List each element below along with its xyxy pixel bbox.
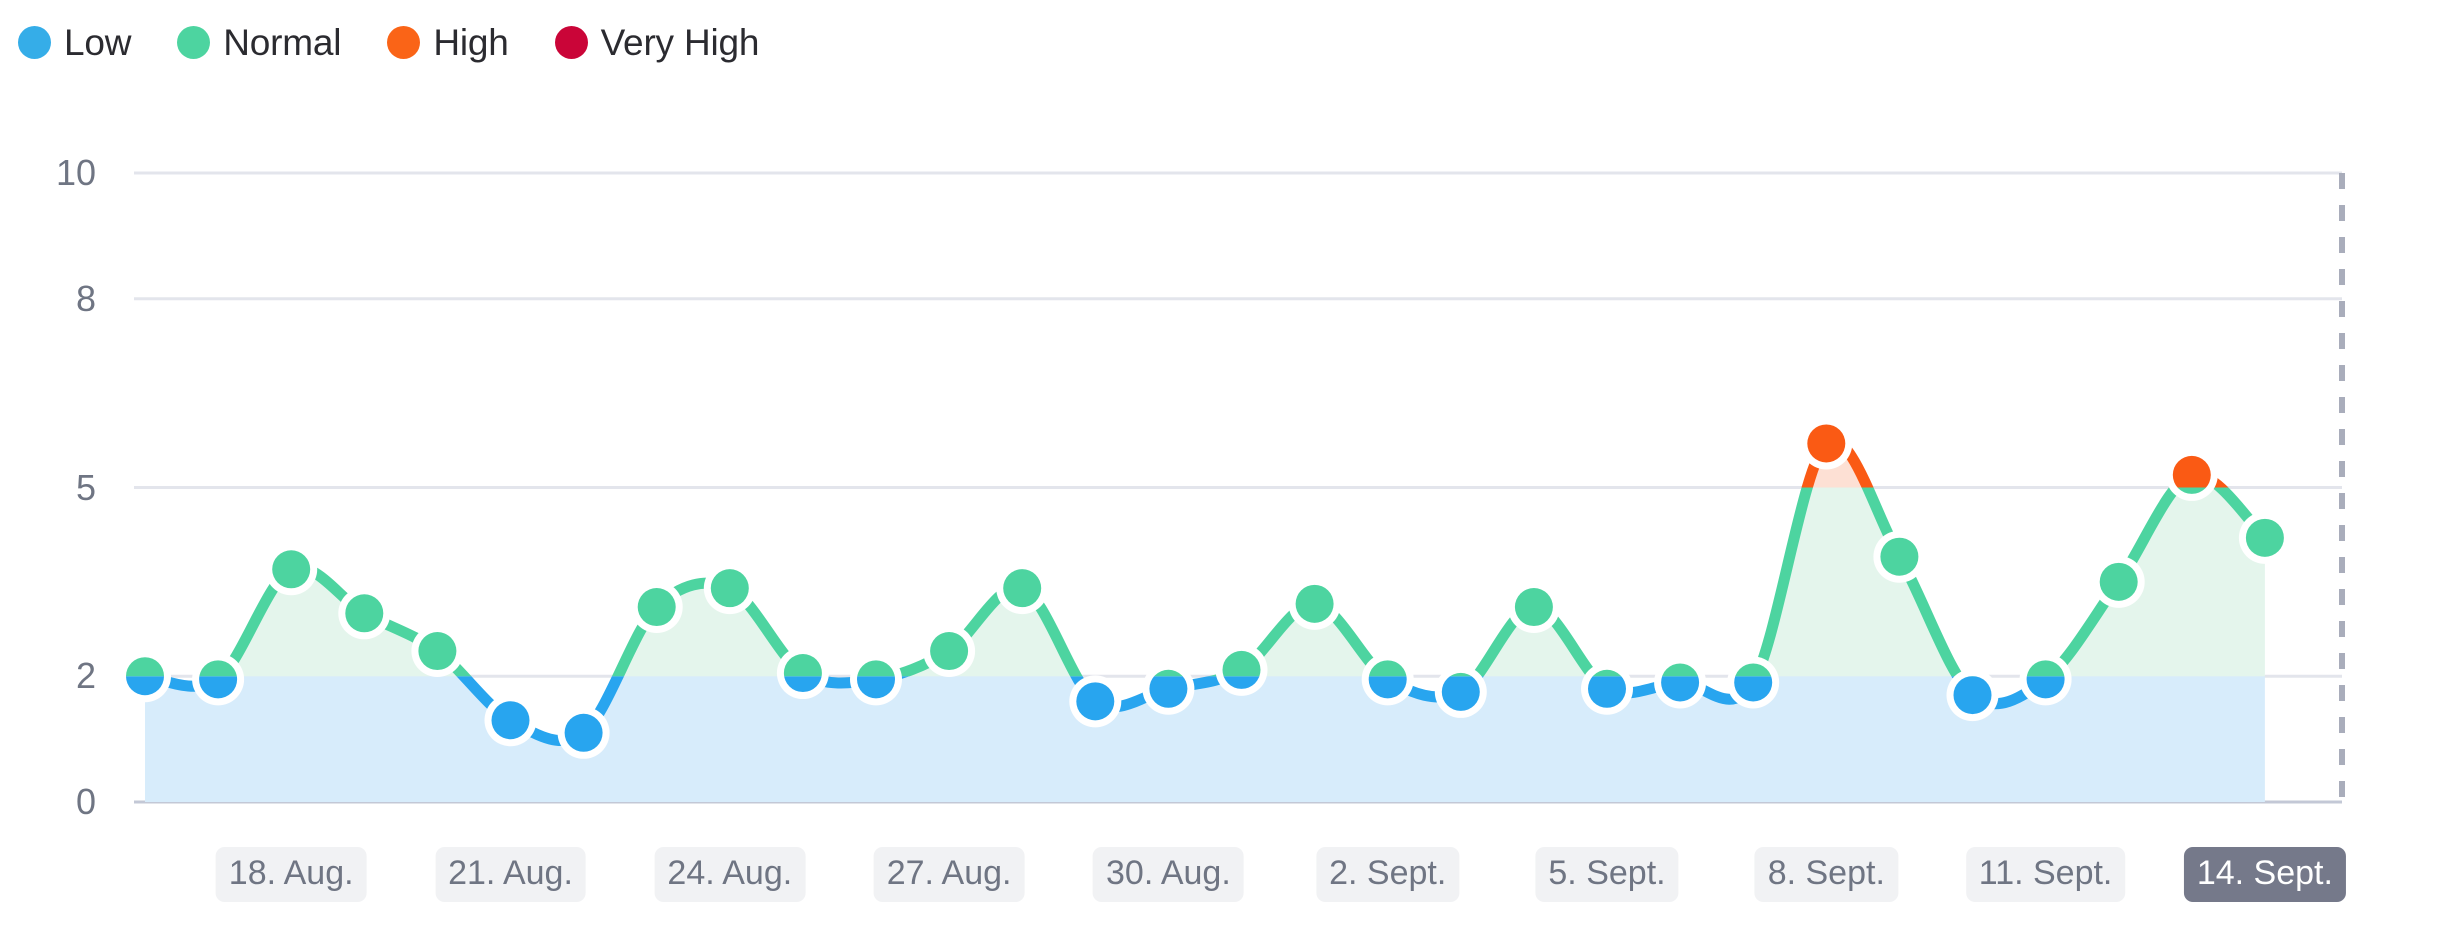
- data-point: [557, 706, 610, 759]
- data-point: [1507, 581, 1560, 634]
- data-point: [411, 625, 464, 678]
- data-point: [2019, 653, 2072, 706]
- data-point: [484, 694, 537, 747]
- data-point: [2165, 448, 2218, 501]
- data-point: [192, 653, 245, 706]
- data-point: [1800, 417, 1853, 470]
- data-point: [1581, 662, 1633, 715]
- data-point: [923, 625, 976, 678]
- y-axis-tick-label: 2: [75, 655, 96, 697]
- y-axis-tick-label: 8: [75, 277, 96, 319]
- data-point: [1215, 643, 1268, 696]
- data-point: [850, 653, 902, 706]
- y-axis-tick-label: 5: [75, 466, 96, 508]
- data-point: [1946, 669, 1999, 722]
- y-axis-tick-label: 0: [75, 781, 96, 822]
- data-point: [1873, 530, 1926, 583]
- data-point: [338, 587, 391, 640]
- chart-canvas: [119, 171, 2345, 804]
- data-point: [1361, 653, 1414, 706]
- data-point: [630, 581, 683, 634]
- data-point: [1434, 665, 1487, 718]
- data-point: [703, 562, 756, 615]
- data-point: [1727, 656, 1780, 709]
- data-point: [1142, 662, 1195, 715]
- data-point: [2092, 555, 2145, 608]
- data-point: [1288, 577, 1341, 630]
- data-point: [996, 562, 1049, 615]
- data-point: [119, 650, 171, 703]
- data-point: [776, 647, 829, 700]
- data-point: [1654, 656, 1707, 709]
- glucose-trend-chart: Low Normal High Very High 10 8 5 2 0 18. Aug…: [0, 0, 2450, 944]
- data-point: [2238, 511, 2291, 564]
- data-point: [265, 543, 318, 596]
- y-axis-tick-label: 10: [55, 152, 96, 193]
- data-point: [1069, 675, 1122, 728]
- plot-area: [0, 0, 2450, 944]
- area-fills: [145, 440, 2265, 802]
